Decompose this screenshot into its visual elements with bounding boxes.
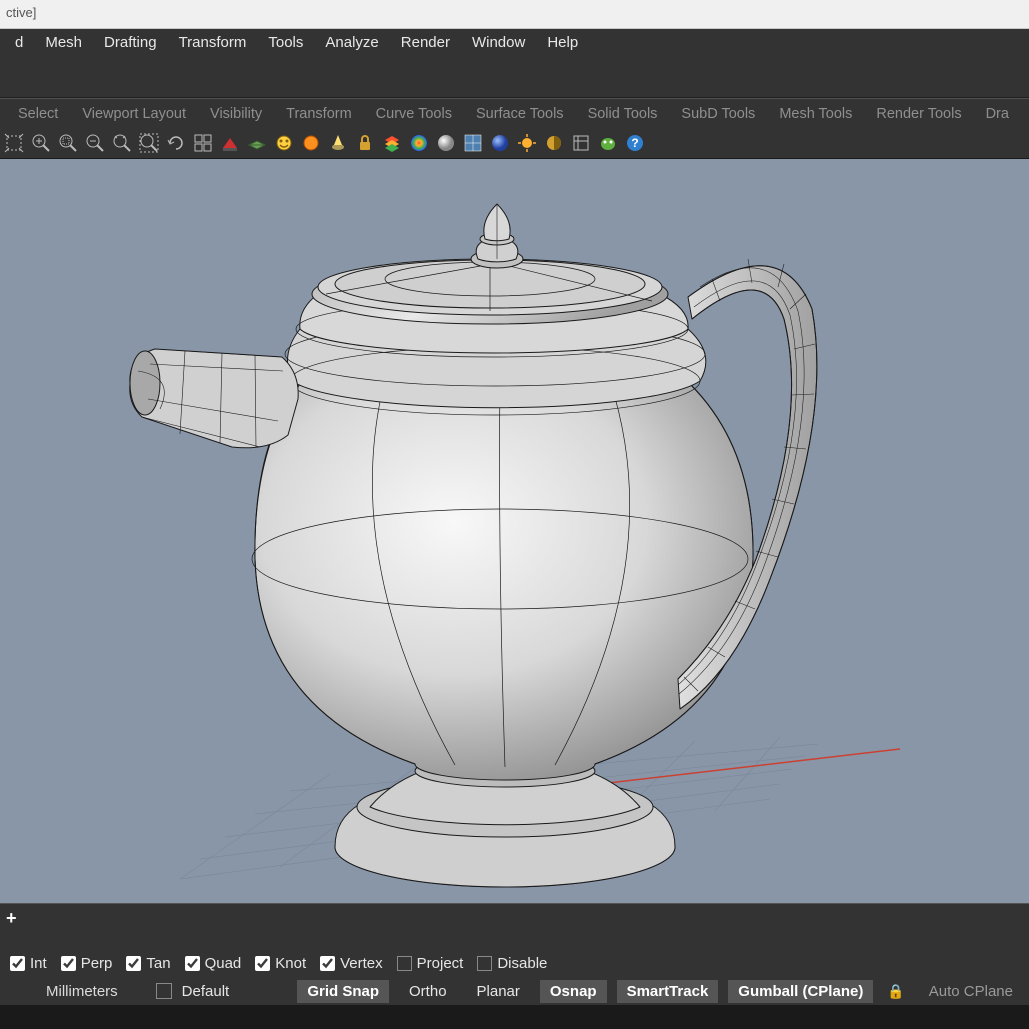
cplane-icon[interactable] (245, 131, 269, 155)
options-icon[interactable] (569, 131, 593, 155)
render-icon[interactable] (434, 131, 458, 155)
units-display[interactable]: Millimeters (6, 983, 118, 1000)
tab-select[interactable]: Select (6, 101, 70, 128)
shade-icon[interactable] (299, 131, 323, 155)
status-bar: Millimeters Default Grid Snap Ortho Plan… (0, 977, 1029, 1005)
zoom-selected-all-icon[interactable] (137, 131, 161, 155)
osnap-disable[interactable]: Disable (477, 955, 547, 972)
main-menu: d Mesh Drafting Transform Tools Analyze … (0, 29, 1029, 56)
menu-transform[interactable]: Transform (168, 31, 258, 54)
toolbar-tabs: Select Viewport Layout Visibility Transf… (0, 98, 1029, 128)
gumball-toggle[interactable]: Gumball (CPlane) (728, 980, 873, 1003)
texture-icon[interactable] (461, 131, 485, 155)
lock-icon[interactable]: 🔒 (883, 983, 908, 1000)
osnap-tan[interactable]: Tan (126, 955, 170, 972)
menu-d[interactable]: d (4, 31, 34, 54)
svg-text:?: ? (631, 136, 638, 150)
perspective-viewport[interactable] (0, 158, 1029, 903)
osnap-toggle[interactable]: Osnap (540, 980, 607, 1003)
gridsnap-toggle[interactable]: Grid Snap (297, 980, 389, 1003)
planar-toggle[interactable]: Planar (467, 980, 530, 1003)
menu-tools[interactable]: Tools (257, 31, 314, 54)
layer-color-swatch[interactable] (156, 983, 172, 999)
menu-drafting[interactable]: Drafting (93, 31, 168, 54)
lock-icon[interactable] (353, 131, 377, 155)
named-view-icon[interactable] (272, 131, 296, 155)
zoom-selected-icon[interactable] (110, 131, 134, 155)
sun-icon[interactable] (515, 131, 539, 155)
tab-visibility[interactable]: Visibility (198, 101, 274, 128)
zoom-in-icon[interactable] (29, 131, 53, 155)
ortho-toggle[interactable]: Ortho (399, 980, 457, 1003)
tab-surface-tools[interactable]: Surface Tools (464, 101, 576, 128)
zoom-window-icon[interactable] (56, 131, 80, 155)
osnap-int[interactable]: Int (10, 955, 47, 972)
tab-transform[interactable]: Transform (274, 101, 364, 128)
command-area (0, 56, 1029, 98)
undo-view-icon[interactable] (164, 131, 188, 155)
zoom-extents-icon[interactable] (2, 131, 26, 155)
osnap-bar: Int Perp Tan Quad Knot Vertex Project Di… (0, 949, 1029, 977)
help-icon[interactable]: ? (623, 131, 647, 155)
osnap-knot[interactable]: Knot (255, 955, 306, 972)
zoom-out-icon[interactable] (83, 131, 107, 155)
tab-mesh-tools[interactable]: Mesh Tools (767, 101, 864, 128)
environment-icon[interactable] (488, 131, 512, 155)
tab-viewport-layout[interactable]: Viewport Layout (70, 101, 198, 128)
add-viewport-button[interactable]: + (6, 908, 17, 929)
tab-solid-tools[interactable]: Solid Tools (576, 101, 670, 128)
tab-drafting[interactable]: Dra (974, 101, 1021, 128)
tab-curve-tools[interactable]: Curve Tools (364, 101, 464, 128)
tab-subd-tools[interactable]: SubD Tools (669, 101, 767, 128)
menu-window[interactable]: Window (461, 31, 536, 54)
osnap-project[interactable]: Project (397, 955, 464, 972)
title-bar: ctive] (0, 0, 1029, 29)
autocplane-toggle[interactable]: Auto CPlane (919, 980, 1023, 1003)
osnap-quad[interactable]: Quad (185, 955, 242, 972)
set-view-icon[interactable] (218, 131, 242, 155)
menu-help[interactable]: Help (536, 31, 589, 54)
osnap-perp[interactable]: Perp (61, 955, 113, 972)
menu-render[interactable]: Render (390, 31, 461, 54)
viewport-tab-bar: + (0, 903, 1029, 933)
menu-mesh[interactable]: Mesh (34, 31, 93, 54)
window-title: ctive] (6, 5, 36, 20)
tab-render-tools[interactable]: Render Tools (864, 101, 973, 128)
main-toolbar: ? (0, 128, 1029, 158)
four-view-icon[interactable] (191, 131, 215, 155)
spacer (0, 933, 1029, 949)
grasshopper-icon[interactable] (596, 131, 620, 155)
properties-icon[interactable] (407, 131, 431, 155)
ground-plane-icon[interactable] (542, 131, 566, 155)
osnap-vertex[interactable]: Vertex (320, 955, 383, 972)
menu-analyze[interactable]: Analyze (314, 31, 389, 54)
current-layer[interactable]: Default (182, 983, 230, 1000)
smarttrack-toggle[interactable]: SmartTrack (617, 980, 719, 1003)
layers-icon[interactable] (380, 131, 404, 155)
spotlight-icon[interactable] (326, 131, 350, 155)
